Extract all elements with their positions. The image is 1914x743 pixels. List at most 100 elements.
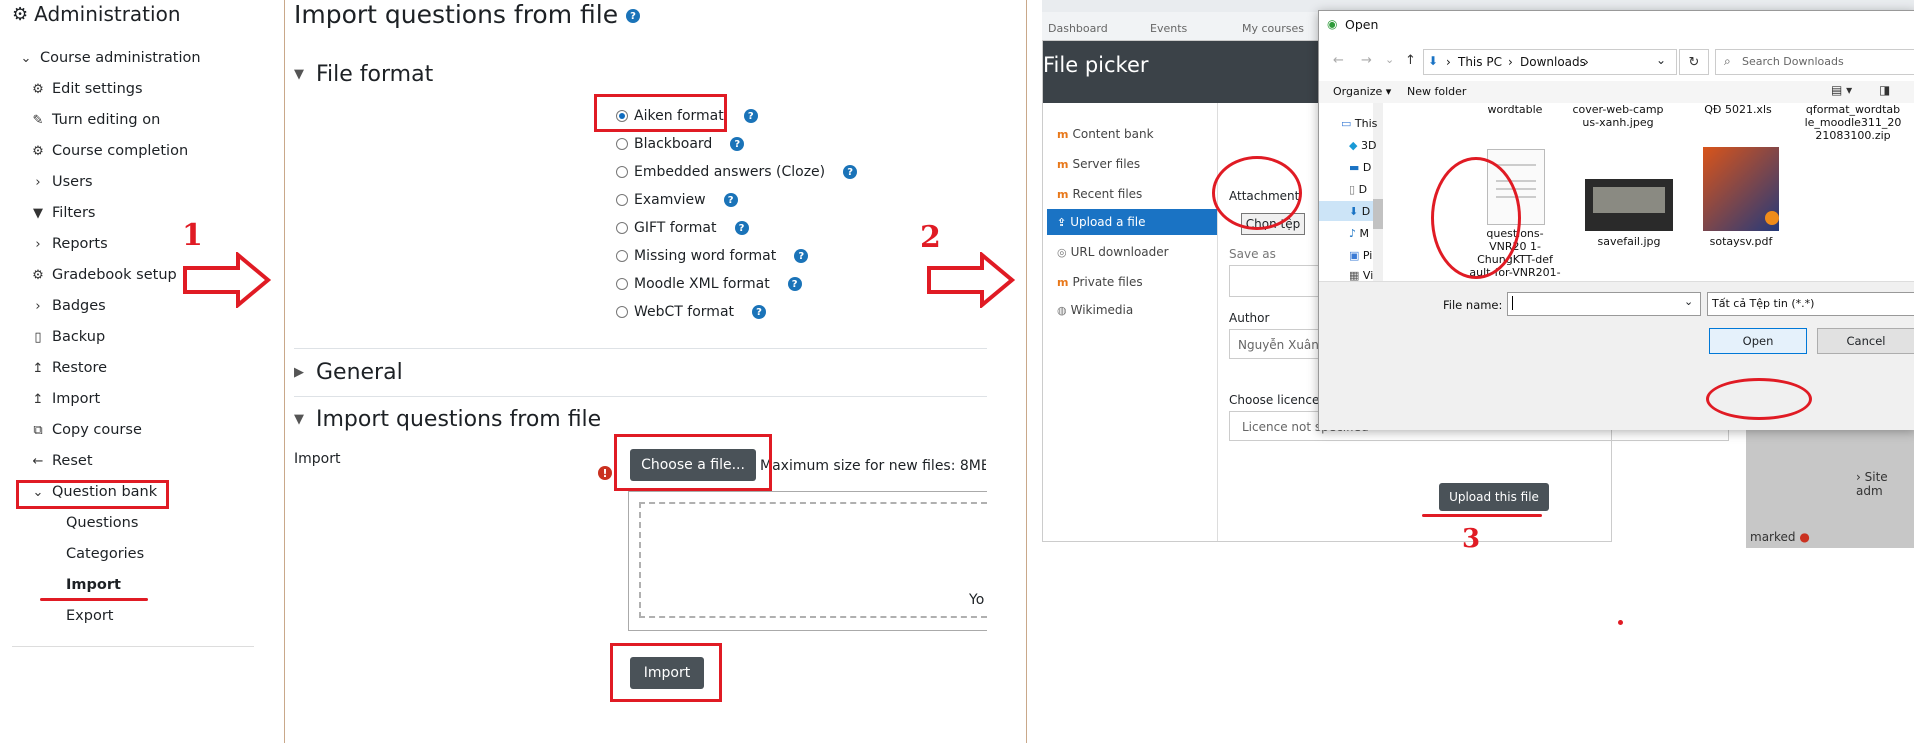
refresh-icon[interactable]: ↻ <box>1679 49 1709 75</box>
repo-upload-a-file[interactable]: ⇪ Upload a file <box>1057 215 1146 229</box>
repo-recent-files[interactable]: m Recent files <box>1057 187 1142 201</box>
preview-pane-icon[interactable]: ◨ <box>1879 83 1890 97</box>
section-import-from-file[interactable]: ▼ Import questions from file <box>294 407 601 432</box>
chevron-down-icon[interactable]: ⌄ <box>1656 53 1666 67</box>
tree-music[interactable]: ♪ M <box>1349 227 1369 240</box>
nav-reports[interactable]: › Reports <box>30 232 107 256</box>
file-type-select[interactable]: Tất cả Tệp tin (*.*) <box>1707 292 1914 316</box>
radio-button[interactable] <box>616 278 628 290</box>
file-name-input[interactable]: ⌄ <box>1507 292 1701 316</box>
file-sotaysv[interactable]: sotaysv.pdf <box>1703 235 1779 248</box>
file-cover-web[interactable]: cover-web-camp us-xanh.jpeg <box>1563 103 1673 129</box>
nav-turn-editing-on[interactable]: ✎ Turn editing on <box>30 108 161 132</box>
section-general[interactable]: ▶ General <box>294 360 403 385</box>
cancel-button[interactable]: Cancel <box>1817 328 1914 354</box>
format-option-webct[interactable]: WebCT format? <box>616 301 767 323</box>
required-icon: ● <box>1799 530 1810 544</box>
nav-import[interactable]: ↥ Import <box>30 387 101 411</box>
nav-copy-course[interactable]: ⧉ Copy course <box>30 418 142 442</box>
radio-button[interactable] <box>616 194 628 206</box>
radio-button[interactable] <box>616 138 628 150</box>
help-icon[interactable]: ? <box>843 165 858 179</box>
nav-badges[interactable]: › Badges <box>30 294 105 318</box>
nav-reset[interactable]: ← Reset <box>30 449 93 473</box>
help-icon[interactable]: ? <box>794 249 809 263</box>
help-icon[interactable]: ? <box>626 9 641 23</box>
radio-button[interactable] <box>616 166 628 178</box>
format-option-missing-word[interactable]: Missing word format? <box>616 245 809 267</box>
marked-text: marked ● <box>1750 530 1810 544</box>
nav-questions[interactable]: Questions <box>66 511 138 535</box>
format-option-cloze[interactable]: Embedded answers (Cloze)? <box>616 161 858 183</box>
radio-button[interactable] <box>616 222 628 234</box>
recent-dropdown-icon[interactable]: ⌄ <box>1385 53 1394 66</box>
nav-question-import[interactable]: Import <box>66 573 121 597</box>
format-option-gift[interactable]: GIFT format? <box>616 217 749 239</box>
help-icon[interactable]: ? <box>723 193 738 207</box>
file-savefail[interactable]: savefail.jpg <box>1585 235 1673 248</box>
view-options-icon[interactable]: ▤ ▾ <box>1831 83 1852 97</box>
help-icon[interactable]: ? <box>787 277 802 291</box>
back-arrow-icon[interactable]: ← <box>1333 53 1344 68</box>
search-box[interactable]: ⌕ Search Downloads <box>1715 49 1914 75</box>
file-drop-area[interactable]: Yo <box>628 491 987 631</box>
repo-server-files[interactable]: m Server files <box>1057 157 1140 171</box>
help-icon[interactable]: ? <box>743 109 758 123</box>
file-name-label: File name: <box>1443 298 1503 312</box>
nav-edit-settings[interactable]: ⚙ Edit settings <box>30 77 142 101</box>
image-thumbnail[interactable] <box>1585 179 1673 231</box>
tree-pictures[interactable]: ▣ Pi <box>1349 249 1372 262</box>
repo-wikimedia[interactable]: ◍ Wikimedia <box>1057 303 1133 317</box>
arrow-left-icon: ← <box>32 453 44 469</box>
tree-downloads[interactable]: ⬇ D <box>1349 205 1370 218</box>
tab-events[interactable]: Events <box>1150 22 1187 35</box>
tree-this-pc[interactable]: ▭ This <box>1341 117 1377 130</box>
format-option-examview[interactable]: Examview? <box>616 189 738 211</box>
help-icon[interactable]: ? <box>752 305 767 319</box>
radio-button[interactable] <box>616 250 628 262</box>
section-file-format[interactable]: ▼ File format <box>294 62 433 87</box>
tree-documents[interactable]: ▯ D <box>1349 183 1367 196</box>
nav-label: Course completion <box>52 143 189 159</box>
upload-this-file-button[interactable]: Upload this file <box>1439 483 1549 511</box>
nav-gradebook-setup[interactable]: ⚙ Gradebook setup <box>30 263 177 287</box>
nav-backup[interactable]: ▯ Backup <box>30 325 105 349</box>
nav-categories[interactable]: Categories <box>66 542 144 566</box>
breadcrumb-this-pc[interactable]: This PC <box>1458 55 1502 69</box>
tab-my-courses[interactable]: My courses <box>1242 22 1304 35</box>
open-button[interactable]: Open <box>1709 328 1807 354</box>
section-title: General <box>316 360 403 385</box>
forward-arrow-icon[interactable]: → <box>1361 53 1372 68</box>
repo-private-files[interactable]: m Private files <box>1057 275 1143 289</box>
breadcrumb-downloads[interactable]: Downloads <box>1520 55 1586 69</box>
file-wordtable[interactable]: wordtable <box>1475 103 1555 116</box>
nav-filters[interactable]: ▼ Filters <box>30 201 95 225</box>
file-qformat-zip[interactable]: qformat_wordtab le_moodle311_20 21083100… <box>1795 103 1911 142</box>
nav-restore[interactable]: ↥ Restore <box>30 356 107 380</box>
new-folder-button[interactable]: New folder <box>1407 85 1466 98</box>
address-bar[interactable]: ⬇ › This PC › Downloads › ⌄ <box>1423 49 1677 75</box>
help-icon[interactable]: ? <box>730 137 745 151</box>
tree-3d[interactable]: ◆ 3D <box>1349 139 1376 152</box>
tree-desktop[interactable]: ▬ D <box>1349 161 1371 174</box>
organize-menu[interactable]: Organize ▾ <box>1333 85 1391 98</box>
radio-button[interactable] <box>616 306 628 318</box>
format-option-moodle-xml[interactable]: Moodle XML format? <box>616 273 802 295</box>
nav-course-administration[interactable]: ⌄ Course administration <box>18 46 201 70</box>
nav-export[interactable]: Export <box>66 604 113 628</box>
highlight-open-oval <box>1706 378 1812 420</box>
repo-content-bank[interactable]: m Content bank <box>1057 127 1154 141</box>
format-option-blackboard[interactable]: Blackboard? <box>616 133 745 155</box>
pdf-thumbnail[interactable] <box>1703 147 1779 231</box>
chevron-down-icon[interactable]: ⌄ <box>1684 295 1693 308</box>
drop-zone[interactable] <box>639 502 987 618</box>
nav-users[interactable]: › Users <box>30 170 92 194</box>
tab-dashboard[interactable]: Dashboard <box>1048 22 1108 35</box>
highlight-choose-file <box>614 434 772 491</box>
nav-course-completion[interactable]: ⚙ Course completion <box>30 139 188 163</box>
file-qd5021[interactable]: QĐ 5021.xls <box>1693 103 1783 116</box>
tree-scrollbar-thumb[interactable] <box>1373 199 1383 229</box>
up-arrow-icon[interactable]: ↑ <box>1405 53 1416 68</box>
repo-url-downloader[interactable]: ◎ URL downloader <box>1057 245 1169 259</box>
help-icon[interactable]: ? <box>734 221 749 235</box>
